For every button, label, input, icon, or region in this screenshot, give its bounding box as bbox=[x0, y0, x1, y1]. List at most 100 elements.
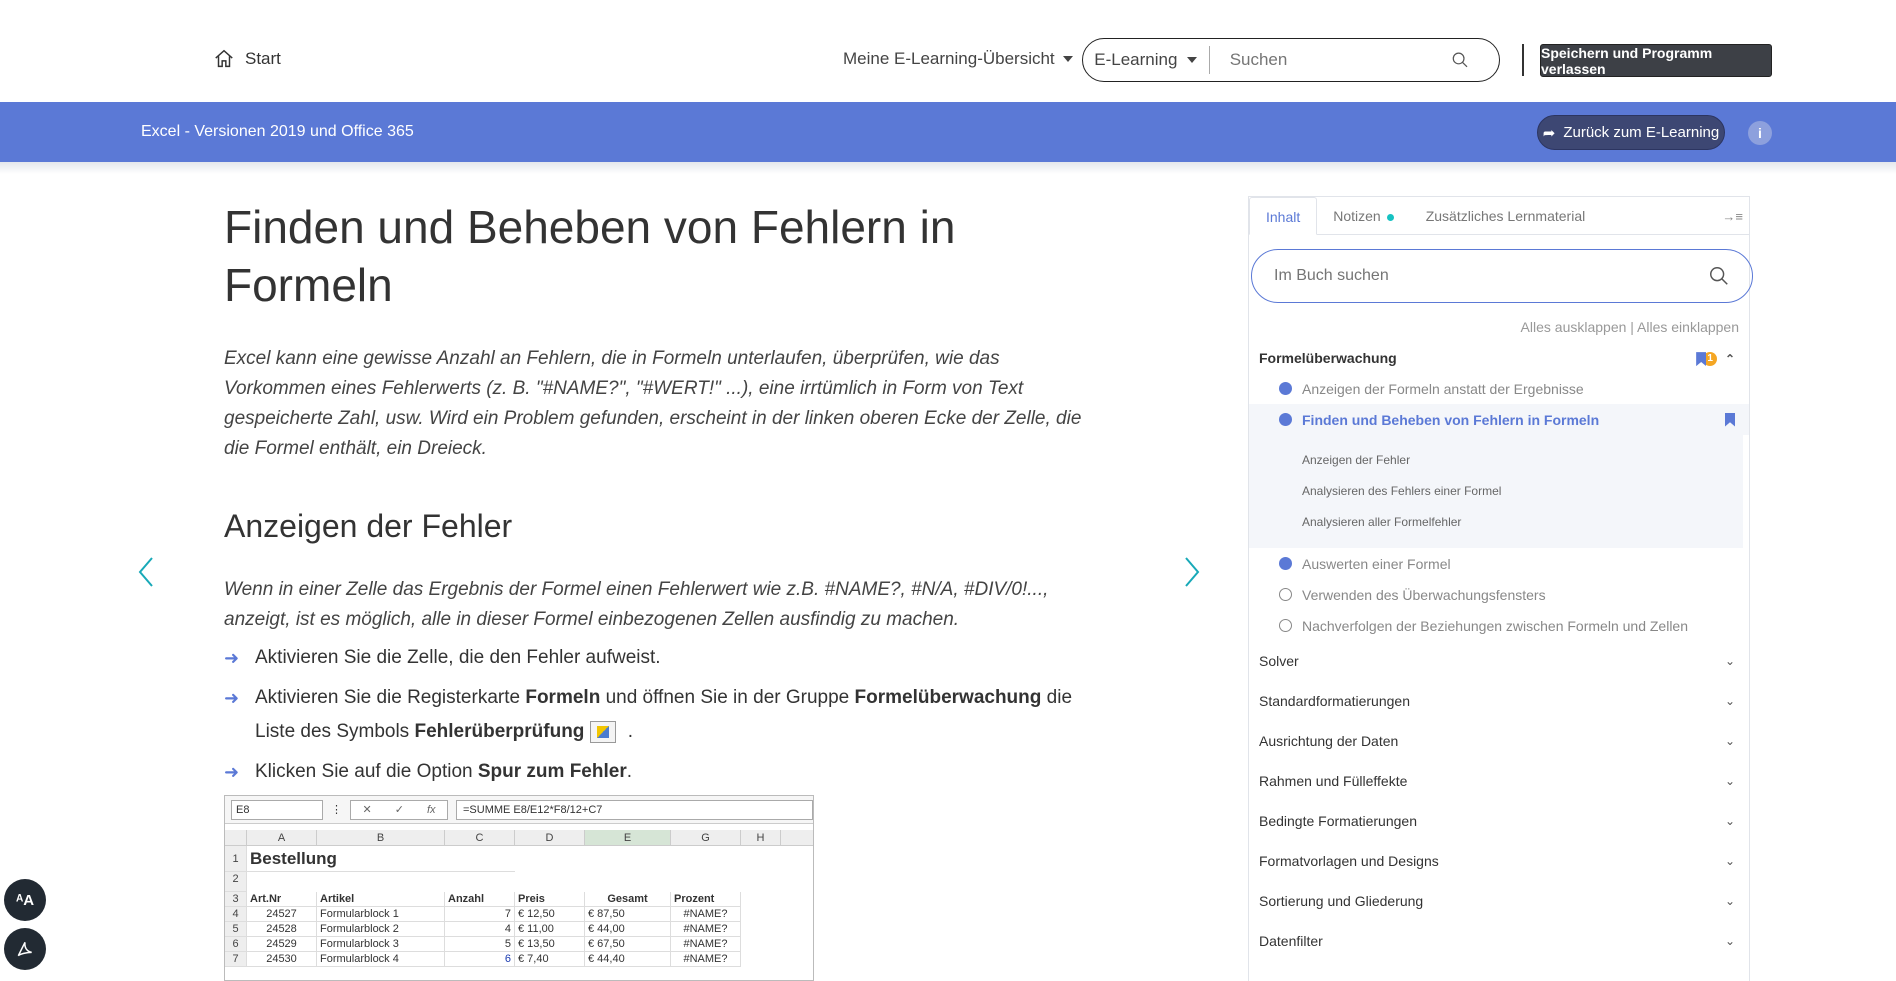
cancel-icon: ✕ bbox=[362, 804, 372, 816]
arrow-right-icon: ➜ bbox=[224, 762, 240, 782]
chevron-right-icon bbox=[1185, 557, 1200, 587]
completed-bullet-icon bbox=[1279, 413, 1292, 426]
name-box: E8 bbox=[231, 799, 323, 820]
sidebar-tabs: Inhalt Notizen Zusätzliches Lernmaterial… bbox=[1249, 197, 1749, 235]
chevron-up-icon: ⌃ bbox=[1724, 351, 1735, 366]
step-text: Klicken Sie auf die Option Spur zum Fehl… bbox=[255, 761, 632, 782]
toc-subitems: Anzeigen der Fehler Analysieren des Fehl… bbox=[1249, 435, 1743, 548]
toc-section[interactable]: Datenfilter ⌄ bbox=[1249, 921, 1749, 961]
bookmark-icon bbox=[1696, 352, 1707, 367]
chevron-down-icon: ⌄ bbox=[1724, 934, 1735, 948]
completed-bullet-icon bbox=[1279, 557, 1292, 570]
check-icon: ✓ bbox=[394, 804, 404, 816]
intro-text: Excel kann eine gewisse Anzahl an Fehler… bbox=[224, 348, 1082, 459]
column-headers: A B C D E G H bbox=[225, 830, 813, 846]
chevron-down-icon bbox=[1062, 56, 1073, 62]
expand-collapse-links[interactable]: Alles ausklappen | Alles einklappen bbox=[1249, 319, 1749, 335]
more-icon: ⋮ bbox=[331, 804, 342, 816]
toc-item[interactable]: Auswerten einer Formel bbox=[1249, 548, 1749, 579]
search-icon[interactable] bbox=[1451, 49, 1469, 71]
book-search bbox=[1251, 249, 1753, 303]
global-search: E-Learning bbox=[1082, 38, 1500, 82]
overview-label: Meine E-Learning-Übersicht bbox=[843, 49, 1055, 68]
toc-section[interactable]: Solver ⌄ bbox=[1249, 641, 1749, 681]
main-content: Finden und Beheben von Fehlern in Formel… bbox=[224, 198, 1104, 795]
section-heading: Anzeigen der Fehler bbox=[224, 508, 513, 544]
chevron-down-icon: ⌄ bbox=[1724, 854, 1735, 868]
toc-section-formelueberwachung[interactable]: Formelüberwachung 1 ⌃ bbox=[1249, 343, 1749, 373]
reply-arrow-icon: ➦ bbox=[1542, 124, 1556, 142]
function-icon: fx bbox=[426, 803, 436, 816]
open-bullet-icon bbox=[1279, 588, 1292, 601]
toc-item[interactable]: Anzeigen der Formeln anstatt der Ergebni… bbox=[1249, 373, 1749, 404]
step-text: Aktivieren Sie die Registerkarte Formeln… bbox=[255, 687, 1073, 743]
toc-item[interactable]: Verwenden des Überwachungsfensters bbox=[1249, 579, 1749, 610]
chevron-down-icon: ⌄ bbox=[1724, 694, 1735, 708]
step-text: Aktivieren Sie die Zelle, die den Fehler… bbox=[255, 647, 661, 668]
step-list: ➜ Aktivieren Sie die Zelle, die den Fehl… bbox=[224, 641, 1104, 789]
step-item: ➜ Aktivieren Sie die Registerkarte Forme… bbox=[224, 681, 1104, 749]
tab-zusaetzliches-lernmaterial[interactable]: Zusätzliches Lernmaterial bbox=[1410, 197, 1602, 234]
top-header: Start Meine E-Learning-Übersicht E-Learn… bbox=[0, 0, 1896, 102]
bookmark-icon[interactable] bbox=[1725, 412, 1735, 427]
open-bullet-icon bbox=[1279, 619, 1292, 632]
back-label: Zurück zum E-Learning bbox=[1563, 124, 1720, 141]
search-scope-select[interactable]: E-Learning bbox=[1083, 46, 1210, 74]
chevron-down-icon: ⌄ bbox=[1724, 734, 1735, 748]
formula-text: =SUMME E8/E12*F8/12+C7 bbox=[456, 799, 813, 820]
formula-buttons: ✕ ✓ fx bbox=[350, 799, 448, 820]
toc-section[interactable]: Rahmen und Fülleffekte ⌄ bbox=[1249, 761, 1749, 801]
error-check-tool-icon bbox=[590, 720, 617, 743]
save-exit-button[interactable]: Speichern und Programm verlassen bbox=[1540, 44, 1772, 77]
step-item: ➜ Aktivieren Sie die Zelle, die den Fehl… bbox=[224, 641, 1104, 675]
section-intro: Wenn in einer Zelle das Ergebnis der For… bbox=[224, 579, 1049, 630]
start-label: Start bbox=[245, 49, 281, 68]
previous-page-arrow[interactable] bbox=[136, 556, 156, 588]
toc-item[interactable]: Nachverfolgen der Beziehungen zwischen F… bbox=[1249, 610, 1749, 641]
table-row: 4 24527 Formularblock 1 7 € 12,50 € 87,5… bbox=[225, 907, 741, 922]
collapse-sidebar-icon[interactable]: →≡ bbox=[1722, 209, 1743, 224]
table-row: 1 Bestellung bbox=[225, 846, 741, 872]
toc-section[interactable]: Bedingte Formatierungen ⌄ bbox=[1249, 801, 1749, 841]
arrow-right-icon: ➜ bbox=[224, 688, 240, 708]
next-page-arrow[interactable] bbox=[1182, 556, 1202, 588]
search-icon[interactable] bbox=[1708, 265, 1730, 287]
tab-notizen[interactable]: Notizen bbox=[1317, 197, 1409, 234]
completed-bullet-icon bbox=[1279, 382, 1292, 395]
chevron-left-icon bbox=[138, 557, 153, 587]
toc-subitem[interactable]: Anzeigen der Fehler bbox=[1249, 445, 1743, 476]
pdf-icon bbox=[17, 941, 32, 957]
back-to-elearning-button[interactable]: ➦ Zurück zum E-Learning bbox=[1537, 115, 1725, 150]
toc-item-current[interactable]: Finden und Beheben von Fehlern in Formel… bbox=[1249, 404, 1749, 435]
table-row: 2 bbox=[225, 872, 741, 892]
table-row: 5 24528 Formularblock 2 4 € 11,00 € 44,0… bbox=[225, 922, 741, 937]
arrow-right-icon: ➜ bbox=[224, 648, 240, 668]
excel-screenshot: E8 ⋮ ✕ ✓ fx =SUMME E8/E12*F8/12+C7 A B C D… bbox=[224, 795, 814, 981]
course-title: Excel - Versionen 2019 und Office 365 bbox=[141, 123, 414, 140]
text-size-button[interactable]: ᴬA bbox=[4, 879, 46, 921]
info-icon[interactable]: i bbox=[1748, 121, 1772, 145]
step-item: ➜ Klicken Sie auf die Option Spur zum Fe… bbox=[224, 755, 1104, 789]
table-of-contents: Formelüberwachung 1 ⌃ Anzeigen der Forme… bbox=[1249, 343, 1749, 961]
toc-section[interactable]: Sortierung und Gliederung ⌄ bbox=[1249, 881, 1749, 921]
toc-section[interactable]: Ausrichtung der Daten ⌄ bbox=[1249, 721, 1749, 761]
page-title: Finden und Beheben von Fehlern in Formel… bbox=[224, 201, 956, 311]
chevron-down-icon: ⌄ bbox=[1724, 814, 1735, 828]
overview-dropdown[interactable]: Meine E-Learning-Übersicht bbox=[843, 49, 1073, 69]
chevron-down-icon: ⌄ bbox=[1724, 654, 1735, 668]
tab-inhalt[interactable]: Inhalt bbox=[1249, 197, 1318, 235]
chevron-down-icon bbox=[1187, 57, 1198, 63]
toc-section[interactable]: Standardformatierungen ⌄ bbox=[1249, 681, 1749, 721]
search-input[interactable] bbox=[1209, 50, 1451, 70]
book-search-input[interactable] bbox=[1252, 267, 1708, 285]
chevron-down-icon: ⌄ bbox=[1724, 774, 1735, 788]
toc-subitem[interactable]: Analysieren des Fehlers einer Formel bbox=[1249, 476, 1743, 507]
toc-section[interactable]: Formatvorlagen und Designs ⌄ bbox=[1249, 841, 1749, 881]
pdf-button[interactable] bbox=[4, 928, 46, 970]
divider bbox=[1522, 44, 1524, 76]
toc-subitem[interactable]: Analysieren aller Formelfehler bbox=[1249, 507, 1743, 538]
shadow-divider bbox=[0, 162, 1896, 174]
table-row: 3 Art.Nr Artikel Anzahl Preis Gesamt Pro… bbox=[225, 892, 741, 907]
chevron-down-icon: ⌄ bbox=[1724, 894, 1735, 908]
start-link[interactable]: Start bbox=[213, 48, 281, 70]
